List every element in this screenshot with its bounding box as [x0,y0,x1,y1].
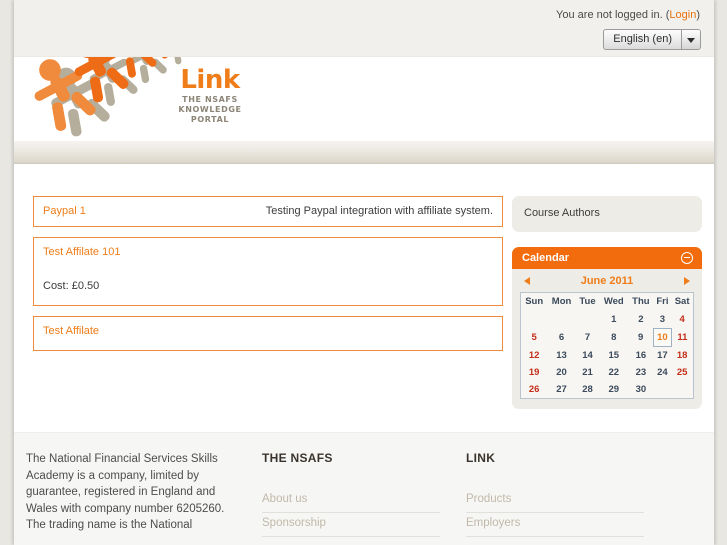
calendar-day[interactable]: 17 [654,347,672,365]
footer-link-sponsorship[interactable]: Sponsorship [262,513,440,537]
footer-link-products[interactable]: Products [466,489,644,513]
login-link[interactable]: Login [669,9,696,21]
calendar-weekday: Fri [656,296,669,307]
calendar-day[interactable]: 21 [576,364,600,381]
calendar-weekday-row: Sun Mon Tue Wed Thu Fri Sat [521,293,694,312]
calendar-day[interactable]: 20 [547,364,575,381]
language-select-value: English (en) [613,33,672,45]
footer-column-heading: THE NSAFS [262,451,333,465]
logo-tagline-line3: PORTAL [190,115,230,124]
navigation-bar [14,141,714,164]
footer-link-about-us[interactable]: About us [262,489,440,513]
course-item-title[interactable]: Test Affilate 101 [43,245,493,259]
course-item-2[interactable]: Test Affilate [33,316,503,351]
course-item-1[interactable]: Test Affilate 101 Cost: £0.50 [33,237,503,306]
calendar-week-row: 5 6 7 8 9 10 11 [521,328,694,347]
logo-tagline-line1: THE NSAFS [182,95,238,104]
calendar-weekday: Thu [632,296,650,307]
footer-column-nsafs: THE NSAFS About us Sponsorship [262,451,440,537]
block-course-authors: Course Authors [512,196,702,232]
calendar-weekday: Tue [579,296,596,307]
course-item-0[interactable]: Paypal 1 Testing Paypal integration with… [33,196,503,227]
course-authors-label: Course Authors [524,207,600,219]
calendar-day-empty [654,381,672,399]
course-list: Paypal 1 Testing Paypal integration with… [33,196,503,361]
calendar-day[interactable]: 2 [628,311,653,329]
calendar-day[interactable]: 7 [576,329,600,347]
calendar-day[interactable]: 29 [599,381,628,399]
logo-wordmark: Link THE NSAFS KNOWLEDGE PORTAL [150,67,270,125]
calendar-day[interactable]: 24 [654,364,672,381]
calendar-day[interactable]: 25 [671,364,693,381]
footer-column-blurb: The National Financial Services Skills A… [26,451,231,534]
minus-circle-icon[interactable] [681,252,693,264]
calendar-day-empty [521,311,548,329]
language-select-arrow[interactable] [681,30,700,49]
calendar-day[interactable]: 3 [654,311,672,329]
login-status-suffix: ) [696,9,700,21]
calendar-day[interactable]: 28 [576,381,600,399]
calendar-week-row: 1234 [521,311,694,329]
login-status-prefix: You are not logged in. ( [556,9,670,21]
calendar-day[interactable]: 4 [671,311,693,329]
block-calendar: Calendar June 2011 Sun Mon Tue Wed Thu Fri Sat… [512,247,702,409]
calendar-day[interactable]: 16 [628,347,653,365]
page-container: You are not logged in. (Login) English (… [14,0,714,545]
footer-column-link: LINK Products Employers [466,451,644,537]
calendar-weekday: Wed [603,296,624,307]
course-item-cost: Cost: £0.50 [43,280,100,292]
calendar-week-row: 26 27 28 29 30 [521,381,694,399]
calendar-day[interactable]: 13 [547,347,575,365]
calendar-day-empty [671,381,693,399]
footer-link-employers[interactable]: Employers [466,513,644,537]
course-item-title[interactable]: Test Affilate [43,324,493,338]
site-header: Link THE NSAFS KNOWLEDGE PORTAL [14,57,714,141]
calendar-title: Calendar [522,252,570,264]
calendar-day[interactable]: 15 [599,347,628,365]
calendar-week-row: 12 13 14 15 16 17 18 [521,347,694,365]
sidebar: Course Authors Calendar June 2011 Sun Mon… [512,196,702,424]
calendar-day[interactable]: 12 [521,347,548,365]
calendar-month-label: June 2011 [580,275,634,287]
calendar-day[interactable]: 23 [628,364,653,381]
calendar-weekday: Mon [551,296,572,307]
calendar-day[interactable]: 1 [599,311,628,329]
course-item-description: Testing Paypal integration with affiliat… [265,205,493,217]
calendar-day[interactable]: 27 [547,381,575,399]
calendar-week-row: 19 20 21 22 23 24 25 [521,364,694,381]
calendar-day[interactable]: 11 [671,329,693,347]
calendar-day-empty [576,311,600,329]
calendar-day[interactable]: 14 [576,347,600,365]
calendar-weekday: Sun [525,296,544,307]
footer-blurb-text: The National Financial Services Skills A… [26,453,225,531]
calendar-nav: June 2011 [520,275,694,292]
logo-link-text: Link [180,65,240,95]
calendar-day[interactable]: 18 [671,347,693,365]
next-arrow-icon[interactable] [684,277,690,285]
logo-tagline-line2: KNOWLEDGE [178,105,242,114]
calendar-day-empty [547,311,575,329]
calendar-day[interactable]: 9 [628,329,653,347]
calendar-day[interactable]: 10 [653,328,672,347]
chevron-down-icon [687,37,695,43]
calendar-body: June 2011 Sun Mon Tue Wed Thu Fri Sat 12345678… [512,269,702,409]
calendar-day[interactable]: 6 [547,329,575,347]
top-bar: You are not logged in. (Login) English (… [14,0,714,57]
logo-tagline: THE NSAFS KNOWLEDGE PORTAL [150,95,270,125]
site-footer: The National Financial Services Skills A… [14,432,714,545]
language-select[interactable]: English (en) [603,29,701,50]
calendar-weekday: Sat [674,296,690,307]
calendar-header: Calendar [512,247,702,269]
calendar-day[interactable]: 22 [599,364,628,381]
calendar-day[interactable]: 5 [521,329,548,347]
main-body: Paypal 1 Testing Paypal integration with… [14,164,714,412]
calendar-day[interactable]: 26 [521,381,548,399]
footer-column-heading: LINK [466,451,496,465]
calendar-day[interactable]: 30 [628,381,653,399]
prev-arrow-icon[interactable] [524,277,530,285]
login-status: You are not logged in. (Login) [556,9,700,21]
calendar-day[interactable]: 8 [599,329,628,347]
calendar-grid: Sun Mon Tue Wed Thu Fri Sat 1 2 3 4 5 6 7 8 9 10 11 12 13 1… [520,292,694,399]
calendar-day[interactable]: 19 [521,364,548,381]
